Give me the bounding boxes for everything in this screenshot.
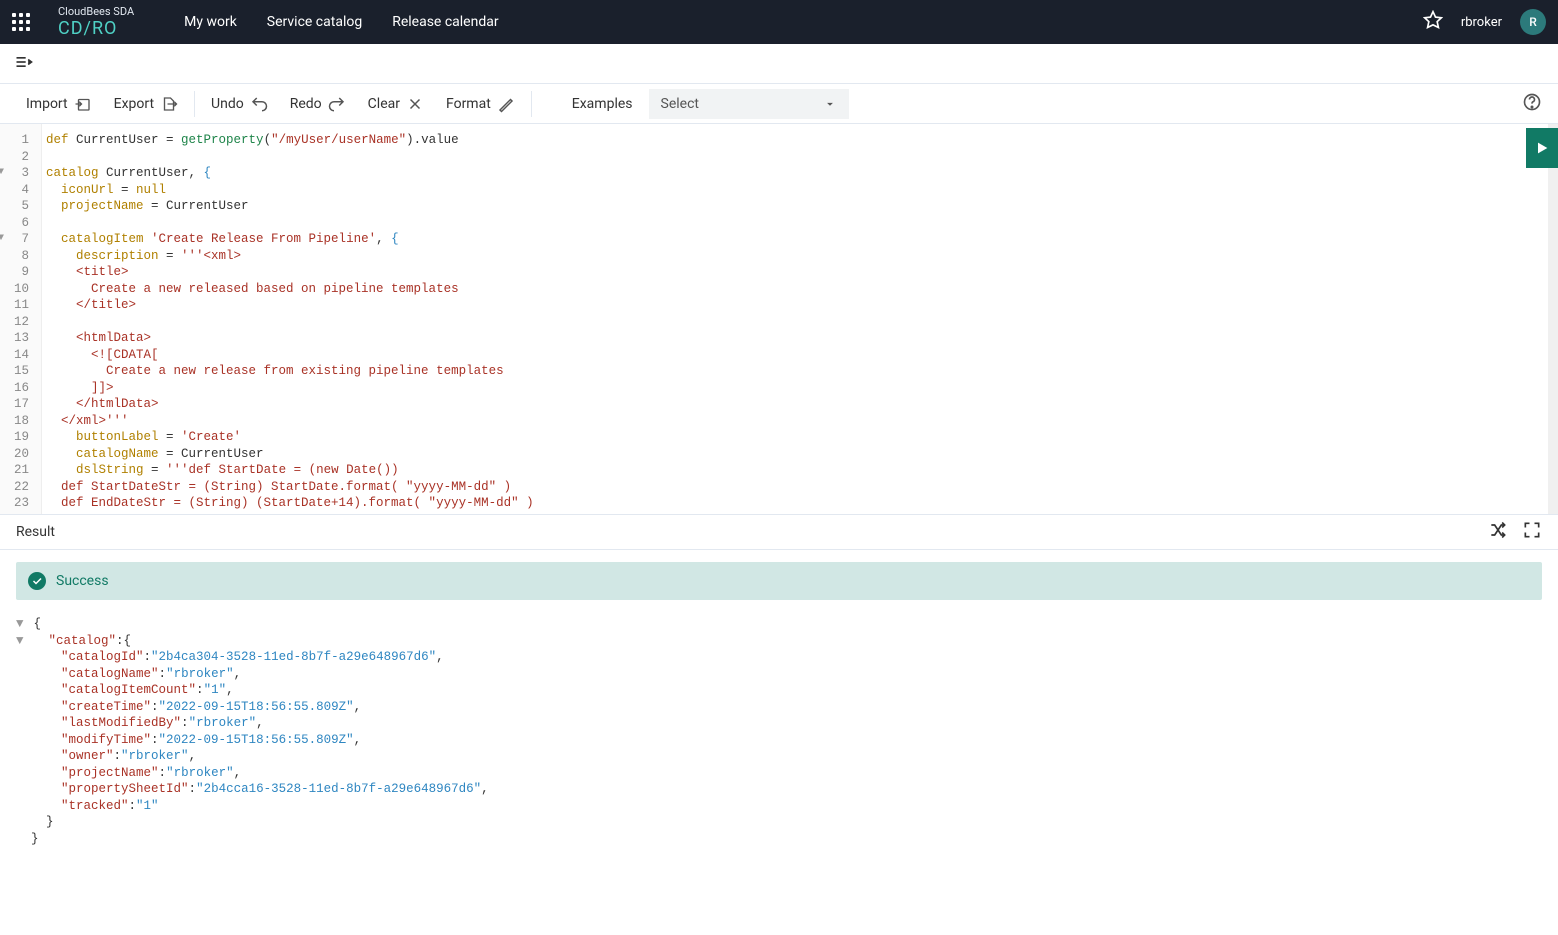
undo-button[interactable]: Undo	[211, 95, 268, 113]
code-editor[interactable]: 123▼4567▼8910111213141516171819202122232…	[0, 124, 1558, 514]
brand-logo[interactable]: CloudBees SDA CD/RO	[58, 5, 134, 39]
shuffle-icon[interactable]	[1488, 520, 1508, 544]
clear-button[interactable]: Clear	[368, 95, 424, 113]
brand-bottom: CD/RO	[58, 18, 134, 39]
header-right: rbroker R	[1423, 9, 1546, 35]
format-label: Format	[446, 96, 491, 112]
result-title: Result	[16, 524, 55, 540]
import-label: Import	[26, 96, 68, 112]
nav-release-calendar[interactable]: Release calendar	[392, 14, 498, 30]
brand-top: CloudBees SDA	[58, 5, 134, 18]
help-icon[interactable]	[1522, 92, 1542, 116]
star-icon[interactable]	[1423, 10, 1443, 34]
format-button[interactable]: Format	[446, 95, 515, 113]
username-label[interactable]: rbroker	[1461, 15, 1502, 30]
select-placeholder: Select	[661, 96, 699, 112]
export-icon	[160, 95, 178, 113]
examples-select[interactable]: Select	[649, 89, 849, 119]
redo-icon	[328, 95, 346, 113]
import-button[interactable]: Import	[26, 95, 92, 113]
toolbar: Import Export Undo Redo Clear Format Exa…	[0, 84, 1558, 124]
expand-sidebar-icon[interactable]	[14, 52, 34, 76]
sub-header	[0, 44, 1558, 84]
status-bar: Success	[16, 562, 1542, 600]
redo-button[interactable]: Redo	[290, 95, 346, 113]
code-area[interactable]: def CurrentUser = getProperty("/myUser/u…	[42, 124, 1548, 514]
undo-label: Undo	[211, 96, 244, 112]
result-json[interactable]: ▼ { ▼ "catalog":{ "catalogId":"2b4ca304-…	[0, 612, 1558, 867]
avatar[interactable]: R	[1520, 9, 1546, 35]
import-icon	[74, 95, 92, 113]
clear-label: Clear	[368, 96, 400, 112]
run-button[interactable]	[1526, 128, 1558, 168]
nav-service-catalog[interactable]: Service catalog	[267, 14, 362, 30]
line-gutter: 123▼4567▼8910111213141516171819202122232…	[0, 124, 42, 514]
check-circle-icon	[28, 572, 46, 590]
redo-label: Redo	[290, 96, 322, 112]
fullscreen-icon[interactable]	[1522, 520, 1542, 544]
nav-bar: My work Service catalog Release calendar	[184, 14, 1423, 30]
status-text: Success	[56, 573, 109, 589]
close-icon	[406, 95, 424, 113]
export-label: Export	[114, 96, 154, 112]
apps-grid-icon[interactable]	[12, 13, 30, 31]
play-icon	[1534, 140, 1550, 156]
examples-label: Examples	[572, 96, 633, 112]
nav-my-work[interactable]: My work	[184, 14, 237, 30]
undo-icon	[250, 95, 268, 113]
brush-icon	[497, 95, 515, 113]
app-header: CloudBees SDA CD/RO My work Service cata…	[0, 0, 1558, 44]
editor-wrap: 123▼4567▼8910111213141516171819202122232…	[0, 124, 1558, 514]
chevron-down-icon	[823, 97, 837, 111]
result-header: Result	[0, 514, 1558, 550]
export-button[interactable]: Export	[114, 95, 178, 113]
